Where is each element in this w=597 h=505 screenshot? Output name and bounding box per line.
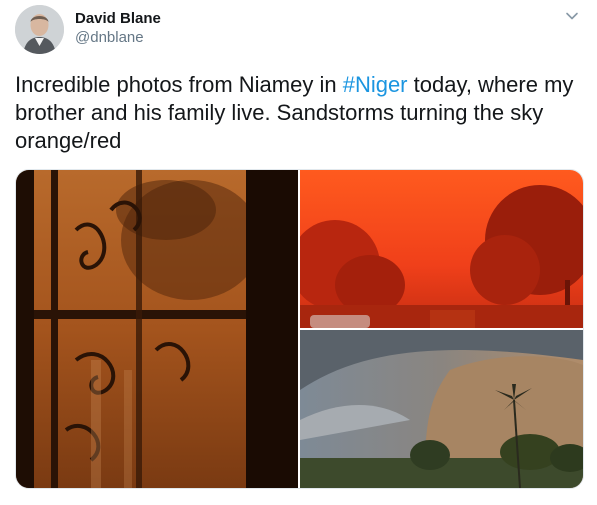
author-name[interactable]: David Blane <box>75 10 161 28</box>
media-grid <box>15 169 584 489</box>
photo-red-sky-trees[interactable] <box>300 170 583 328</box>
chevron-down-icon[interactable] <box>564 8 580 24</box>
hashtag-link[interactable]: #Niger <box>343 72 408 97</box>
photo-window-silhouette[interactable] <box>16 170 298 488</box>
photo-sandstorm-wall[interactable] <box>300 330 583 488</box>
author-handle[interactable]: @dnblane <box>75 29 144 47</box>
tweet-text: Incredible photos from Niamey in #Niger … <box>15 71 585 155</box>
avatar[interactable] <box>15 5 64 54</box>
tweet-text-before: Incredible photos from Niamey in <box>15 72 343 97</box>
